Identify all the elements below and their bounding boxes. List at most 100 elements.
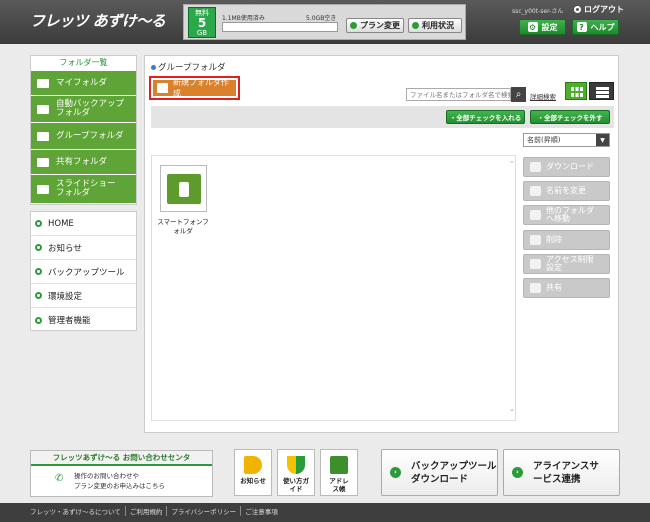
plan-change-label: プラン変更 [360, 21, 400, 30]
plan-badge: 無料 5 GB [188, 7, 216, 38]
check-all-button[interactable]: ・全部チェックを入れる [446, 110, 525, 124]
nav-item-settings[interactable]: 環境設定 [31, 284, 136, 308]
access-restriction-button: アクセス制限設定 [523, 254, 610, 274]
sidebar-item-group-folder[interactable]: グループフォルダ [31, 123, 136, 150]
logout-link[interactable]: ログアウト [574, 4, 624, 15]
address-book-icon [330, 456, 348, 474]
nav-item-label: HOME [48, 218, 74, 229]
trash-icon [530, 235, 541, 245]
nav-item-home[interactable]: HOME [31, 212, 136, 236]
app-logo[interactable]: フレッツ あずけ〜る [30, 10, 166, 31]
usage-status-button[interactable]: 利用状況 [408, 18, 462, 33]
nav-item-label: 環境設定 [48, 291, 83, 302]
logout-label: ログアウト [584, 5, 624, 14]
nav-item-label: 管理者機能 [48, 316, 91, 326]
alliance-label: アライアンスサービス連携 [533, 460, 599, 485]
footer-link-about[interactable]: フレッツ・あずけ〜るについて [30, 506, 126, 516]
chevron-right-icon: › [390, 467, 401, 478]
dot-icon [350, 22, 357, 29]
action-label: ダウンロード [546, 162, 594, 171]
news-tile[interactable]: お知らせ [234, 449, 272, 496]
sidebar-item-label: 共有フォルダ [56, 156, 108, 167]
share-icon [530, 283, 541, 293]
rename-button: 名前を変更 [523, 181, 610, 201]
action-label: 共有 [546, 283, 562, 292]
nav-item-news[interactable]: お知らせ [31, 236, 136, 260]
usage-free-text: 5.0GB空き [306, 15, 337, 22]
sidebar-item-my-folder[interactable]: マイフォルダ [31, 71, 136, 96]
sidebar-item-shared-folder[interactable]: 共有フォルダ [31, 150, 136, 175]
help-button[interactable]: ? ヘルプ [572, 19, 619, 35]
sidebar-item-label: グループフォルダ [56, 130, 124, 141]
plan-change-button[interactable]: プラン変更 [346, 18, 404, 33]
folder-icon [37, 78, 49, 88]
new-folder-button[interactable]: 新規フォルダ作成 [149, 76, 240, 100]
megaphone-icon [244, 456, 262, 474]
settings-label: 設定 [541, 22, 558, 32]
lock-folder-icon [530, 259, 541, 269]
action-label: 削除 [546, 235, 562, 244]
share-button: 共有 [523, 278, 610, 298]
tile-label: アドレス帳 [329, 477, 349, 493]
nav-item-label: お知らせ [48, 243, 82, 254]
sidebar-item-auto-backup[interactable]: 自動バックアップフォルダ [31, 96, 136, 123]
contact-title: フレッツあずけ〜る お問い合わせセンタ [31, 451, 212, 466]
help-label: ヘルプ [590, 22, 615, 32]
list-view-icon[interactable] [589, 82, 614, 100]
pencil-icon [530, 186, 541, 196]
action-label: 名前を変更 [546, 186, 586, 195]
sidebar-title: フォルダ一覧 [59, 58, 108, 67]
sidebar-item-label: マイフォルダ [56, 77, 108, 88]
nav-item-backup-tool[interactable]: バックアップツール [31, 260, 136, 284]
scroll-up-icon[interactable]: ⌃ [509, 160, 515, 168]
tile-label: お知らせ [240, 477, 266, 485]
uncheck-all-button[interactable]: ・全部チェックを外す [530, 110, 610, 124]
footer-link-notes[interactable]: ご注意事項 [241, 506, 282, 516]
smartphone-icon [179, 182, 189, 197]
circle-icon [35, 316, 42, 324]
address-book-tile[interactable]: アドレス帳 [320, 449, 358, 496]
new-folder-label: 新規フォルダ作成 [172, 78, 229, 98]
new-folder-inner: 新規フォルダ作成 [153, 78, 236, 98]
usage-status-label: 利用状況 [422, 21, 454, 30]
search-input[interactable] [406, 88, 511, 101]
footer-links: フレッツ・あずけ〜るについて ご利用規約 プライバシーポリシー ご注意事項 [30, 506, 282, 516]
folder-icon [37, 104, 49, 114]
footer-link-terms[interactable]: ご利用規約 [126, 506, 168, 516]
folder-icon [37, 157, 49, 167]
chevron-down-icon[interactable]: ▼ [596, 134, 609, 146]
circle-icon [574, 6, 581, 13]
alliance-service-button[interactable]: › アライアンスサービス連携 [503, 449, 620, 496]
settings-button[interactable]: ⚙ 設定 [519, 19, 566, 35]
guide-tile[interactable]: 使い方ガイド [277, 449, 315, 496]
folder-item-label[interactable]: スマートフォンフォルダ [154, 218, 212, 236]
nav-item-admin[interactable]: 管理者機能 [31, 308, 136, 332]
new-folder-icon [157, 83, 168, 93]
backup-tool-label: バックアップツールダウンロード [411, 460, 497, 485]
nav-item-label: バックアップツール [48, 267, 125, 278]
download-icon [530, 162, 541, 172]
bullet-icon [151, 64, 156, 70]
action-label: 他のフォルダへ移動 [546, 206, 594, 223]
sidebar-item-label: スライドショーフォルダ [56, 179, 116, 198]
breadcrumb-label: グループフォルダ [158, 63, 226, 73]
plan-badge-unit: GB [196, 29, 208, 37]
sidebar-item-label: 自動バックアップフォルダ [56, 99, 125, 118]
backup-tool-download-button[interactable]: › バックアップツールダウンロード [381, 449, 498, 496]
scroll-down-icon[interactable]: ⌄ [509, 405, 515, 413]
circle-icon [35, 268, 42, 275]
chevron-right-icon: › [512, 467, 523, 478]
search-icon[interactable]: ⌕ [511, 87, 526, 102]
sidebar-item-slideshow[interactable]: スライドショーフォルダ [31, 175, 136, 204]
grid-view-icon[interactable] [565, 82, 587, 100]
move-button: 他のフォルダへ移動 [523, 205, 610, 225]
footer-link-privacy[interactable]: プライバシーポリシー [167, 506, 242, 516]
download-button: ダウンロード [523, 157, 610, 177]
circle-icon [35, 220, 42, 227]
sort-value: 名前(昇順) [527, 136, 561, 144]
circle-icon [35, 244, 42, 251]
usage-used-text: 1.1MB使用済み [222, 15, 265, 22]
contact-line2: プラン変更のお申込みはこちら [74, 482, 165, 490]
contact-text: 操作のお問い合わせや プラン変更のお申込みはこちら [74, 471, 165, 491]
advanced-search-link[interactable]: 詳細検索 [530, 91, 556, 101]
